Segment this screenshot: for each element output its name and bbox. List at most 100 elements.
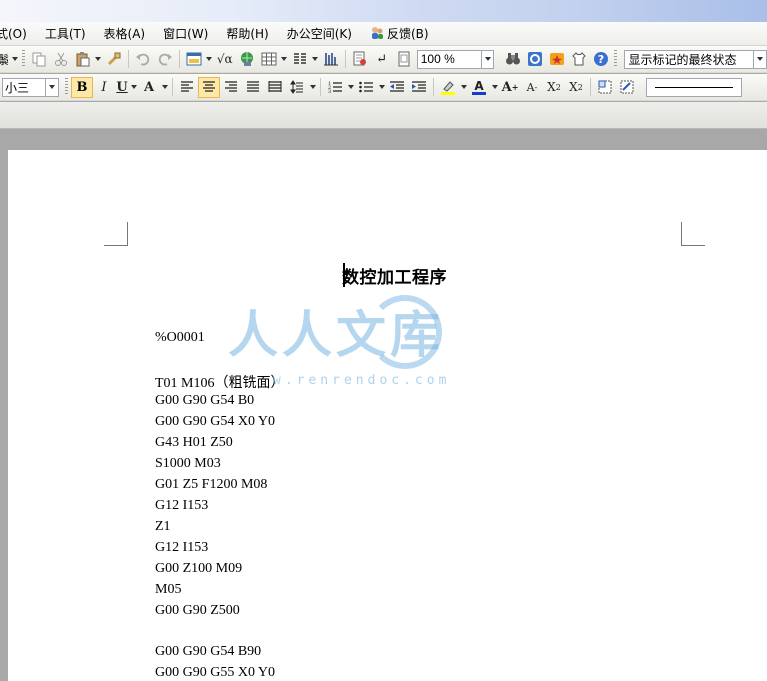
menu-bar: 式(O) 工具(T) 表格(A) 窗口(W) 帮助(H) 办公空间(K) 反馈(… (0, 22, 767, 46)
superscript-icon[interactable]: X2 (543, 76, 565, 98)
table-grid-icon[interactable] (258, 48, 280, 70)
toolbar-truncated-label: 鬃 (0, 52, 10, 67)
code-line: G00 G90 G54 B0 (155, 393, 255, 408)
text-effect-icon[interactable]: A (138, 76, 160, 98)
document-map-icon[interactable] (349, 48, 371, 70)
line-spacing-icon[interactable] (286, 76, 308, 98)
align-center-icon[interactable] (198, 76, 220, 98)
align-right-icon[interactable] (220, 76, 242, 98)
code-line: M05 (155, 582, 182, 597)
bold-button[interactable]: B (71, 76, 93, 98)
toolbar-grip[interactable] (65, 78, 68, 96)
bullets-icon[interactable] (355, 76, 377, 98)
paste-dropdown[interactable] (94, 48, 103, 70)
numbering-icon[interactable]: 123 (324, 76, 346, 98)
markup-view-select[interactable]: 显示标记的最终状态 (624, 49, 755, 69)
shirt-icon[interactable] (568, 48, 590, 70)
cut-icon[interactable] (50, 48, 72, 70)
svg-text:3: 3 (328, 89, 331, 94)
code-line: S1000 M03 (155, 456, 221, 471)
zoom-dropdown[interactable] (481, 49, 495, 69)
insert-table-dropdown[interactable] (205, 48, 214, 70)
clipart-icon[interactable] (524, 48, 546, 70)
code-line: G12 I153 (155, 498, 209, 513)
page-view-icon[interactable] (393, 48, 415, 70)
code-line: G00 Z100 M09 (155, 561, 243, 576)
code-line: %O0001 (155, 330, 205, 345)
shading-icon[interactable] (616, 76, 638, 98)
menu-help[interactable]: 帮助(H) (217, 22, 277, 46)
menu-tools[interactable]: 工具(T) (36, 22, 95, 46)
toolbar-separator (590, 78, 591, 96)
code-line: T01 M106（粗铣面） (155, 376, 285, 391)
truncated-dropdown[interactable] (11, 48, 20, 70)
code-line: G00 G90 G54 X0 Y0 (155, 414, 276, 429)
insert-table-icon[interactable] (183, 48, 205, 70)
font-color-dropdown[interactable] (490, 76, 499, 98)
code-line: G00 G90 G54 B90 (155, 644, 262, 659)
svg-text:?: ? (598, 53, 604, 66)
toolbar-grip[interactable] (614, 50, 618, 68)
formula-icon[interactable]: √α (214, 48, 236, 70)
line-spacing-dropdown[interactable] (308, 76, 317, 98)
increase-indent-icon[interactable] (408, 76, 430, 98)
markup-view-dropdown[interactable] (754, 49, 767, 69)
toolbar-separator (344, 50, 346, 68)
drawing-icon[interactable] (320, 48, 342, 70)
toolbar-grip[interactable] (21, 50, 25, 68)
menu-table[interactable]: 表格(A) (95, 22, 155, 46)
menu-office-space[interactable]: 办公空间(K) (278, 22, 361, 46)
menu-format[interactable]: 式(O) (0, 22, 36, 46)
svg-text:A: A (474, 79, 484, 93)
menu-feedback[interactable]: 反馈(B) (361, 22, 438, 46)
font-size-dropdown[interactable] (46, 77, 59, 97)
ruler-area (0, 102, 767, 129)
align-left-icon[interactable] (176, 76, 198, 98)
font-color-icon[interactable]: A (468, 76, 490, 98)
feedback-icon (371, 26, 383, 39)
borders-icon[interactable] (594, 76, 616, 98)
document-title: 数控加工程序 (342, 268, 447, 288)
code-line: G43 H01 Z50 (155, 435, 233, 450)
hyperlink-icon[interactable] (236, 48, 258, 70)
numbering-dropdown[interactable] (346, 76, 355, 98)
redo-icon[interactable] (154, 48, 176, 70)
undo-icon[interactable] (132, 48, 154, 70)
toolbar-separator (127, 50, 129, 68)
bullets-dropdown[interactable] (377, 76, 386, 98)
highlight-icon[interactable] (437, 76, 459, 98)
paste-icon[interactable] (72, 48, 94, 70)
find-icon[interactable] (502, 48, 524, 70)
decrease-indent-icon[interactable] (386, 76, 408, 98)
menu-window[interactable]: 窗口(W) (154, 22, 217, 46)
document-page[interactable]: 数控加工程序 %O0001 T01 M106（粗铣面） G00 G90 G54 … (8, 150, 767, 681)
margin-corner-left (104, 222, 128, 246)
code-line: G12 I153 (155, 540, 209, 555)
highlight-dropdown[interactable] (459, 76, 468, 98)
window-title-bar (0, 0, 767, 22)
line-style-select[interactable] (646, 77, 742, 97)
toolbar-separator (172, 78, 173, 96)
underline-button[interactable]: U (115, 76, 129, 98)
zoom-input[interactable]: 100 % (416, 49, 482, 69)
distributed-icon[interactable] (264, 76, 286, 98)
italic-button[interactable]: I (93, 76, 115, 98)
font-size-select[interactable]: 小三 (2, 77, 46, 97)
columns-dropdown[interactable] (311, 48, 320, 70)
table-grid-dropdown[interactable] (280, 48, 289, 70)
subscript-icon[interactable]: X2 (565, 76, 587, 98)
shrink-font-icon[interactable]: A- (521, 76, 543, 98)
toolbar-separator (320, 78, 321, 96)
grow-font-icon[interactable]: A + (499, 76, 521, 98)
standard-toolbar: 鬃 √α ↵ 100 % ? 显示标记的最终状态 (0, 46, 767, 73)
justify-icon[interactable] (242, 76, 264, 98)
copy-icon[interactable] (28, 48, 50, 70)
help-icon[interactable]: ? (590, 48, 612, 70)
underline-dropdown[interactable] (129, 76, 138, 98)
material-icon[interactable] (546, 48, 568, 70)
show-hide-marks-icon[interactable]: ↵ (371, 48, 393, 70)
toolbar-separator (178, 50, 180, 68)
columns-icon[interactable] (289, 48, 311, 70)
text-effect-dropdown[interactable] (160, 76, 169, 98)
format-painter-icon[interactable] (103, 48, 125, 70)
